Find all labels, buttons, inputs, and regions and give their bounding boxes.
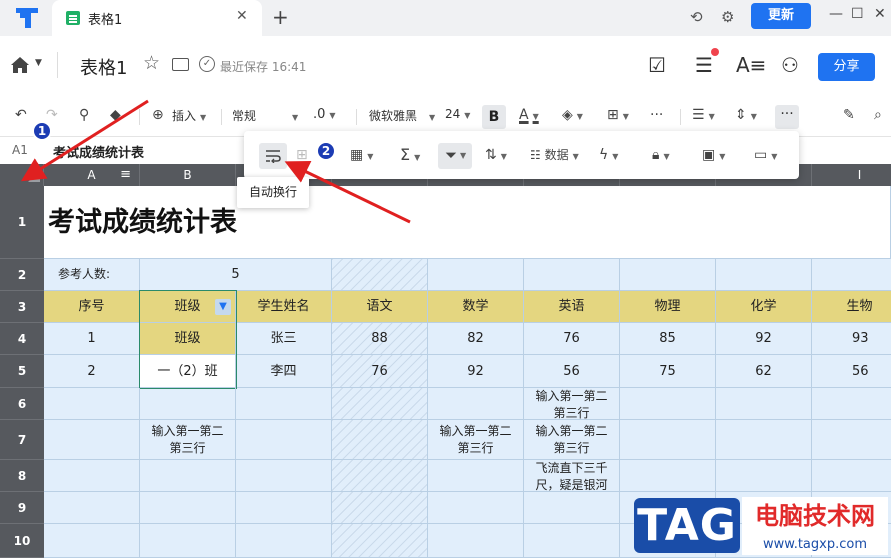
arrow-to-wrap-text [284, 161, 411, 224]
annotation-arrows [20, 99, 411, 224]
watermark-logo: TAG [634, 498, 740, 553]
step-badge-2: 2 [316, 141, 336, 161]
watermark-site-name: 电脑技术网 [742, 497, 888, 535]
watermark: TAG 电脑技术网 www.tagxp.com [630, 495, 891, 558]
step-badge-1: 1 [32, 121, 52, 141]
watermark-url: www.tagxp.com [742, 535, 888, 555]
